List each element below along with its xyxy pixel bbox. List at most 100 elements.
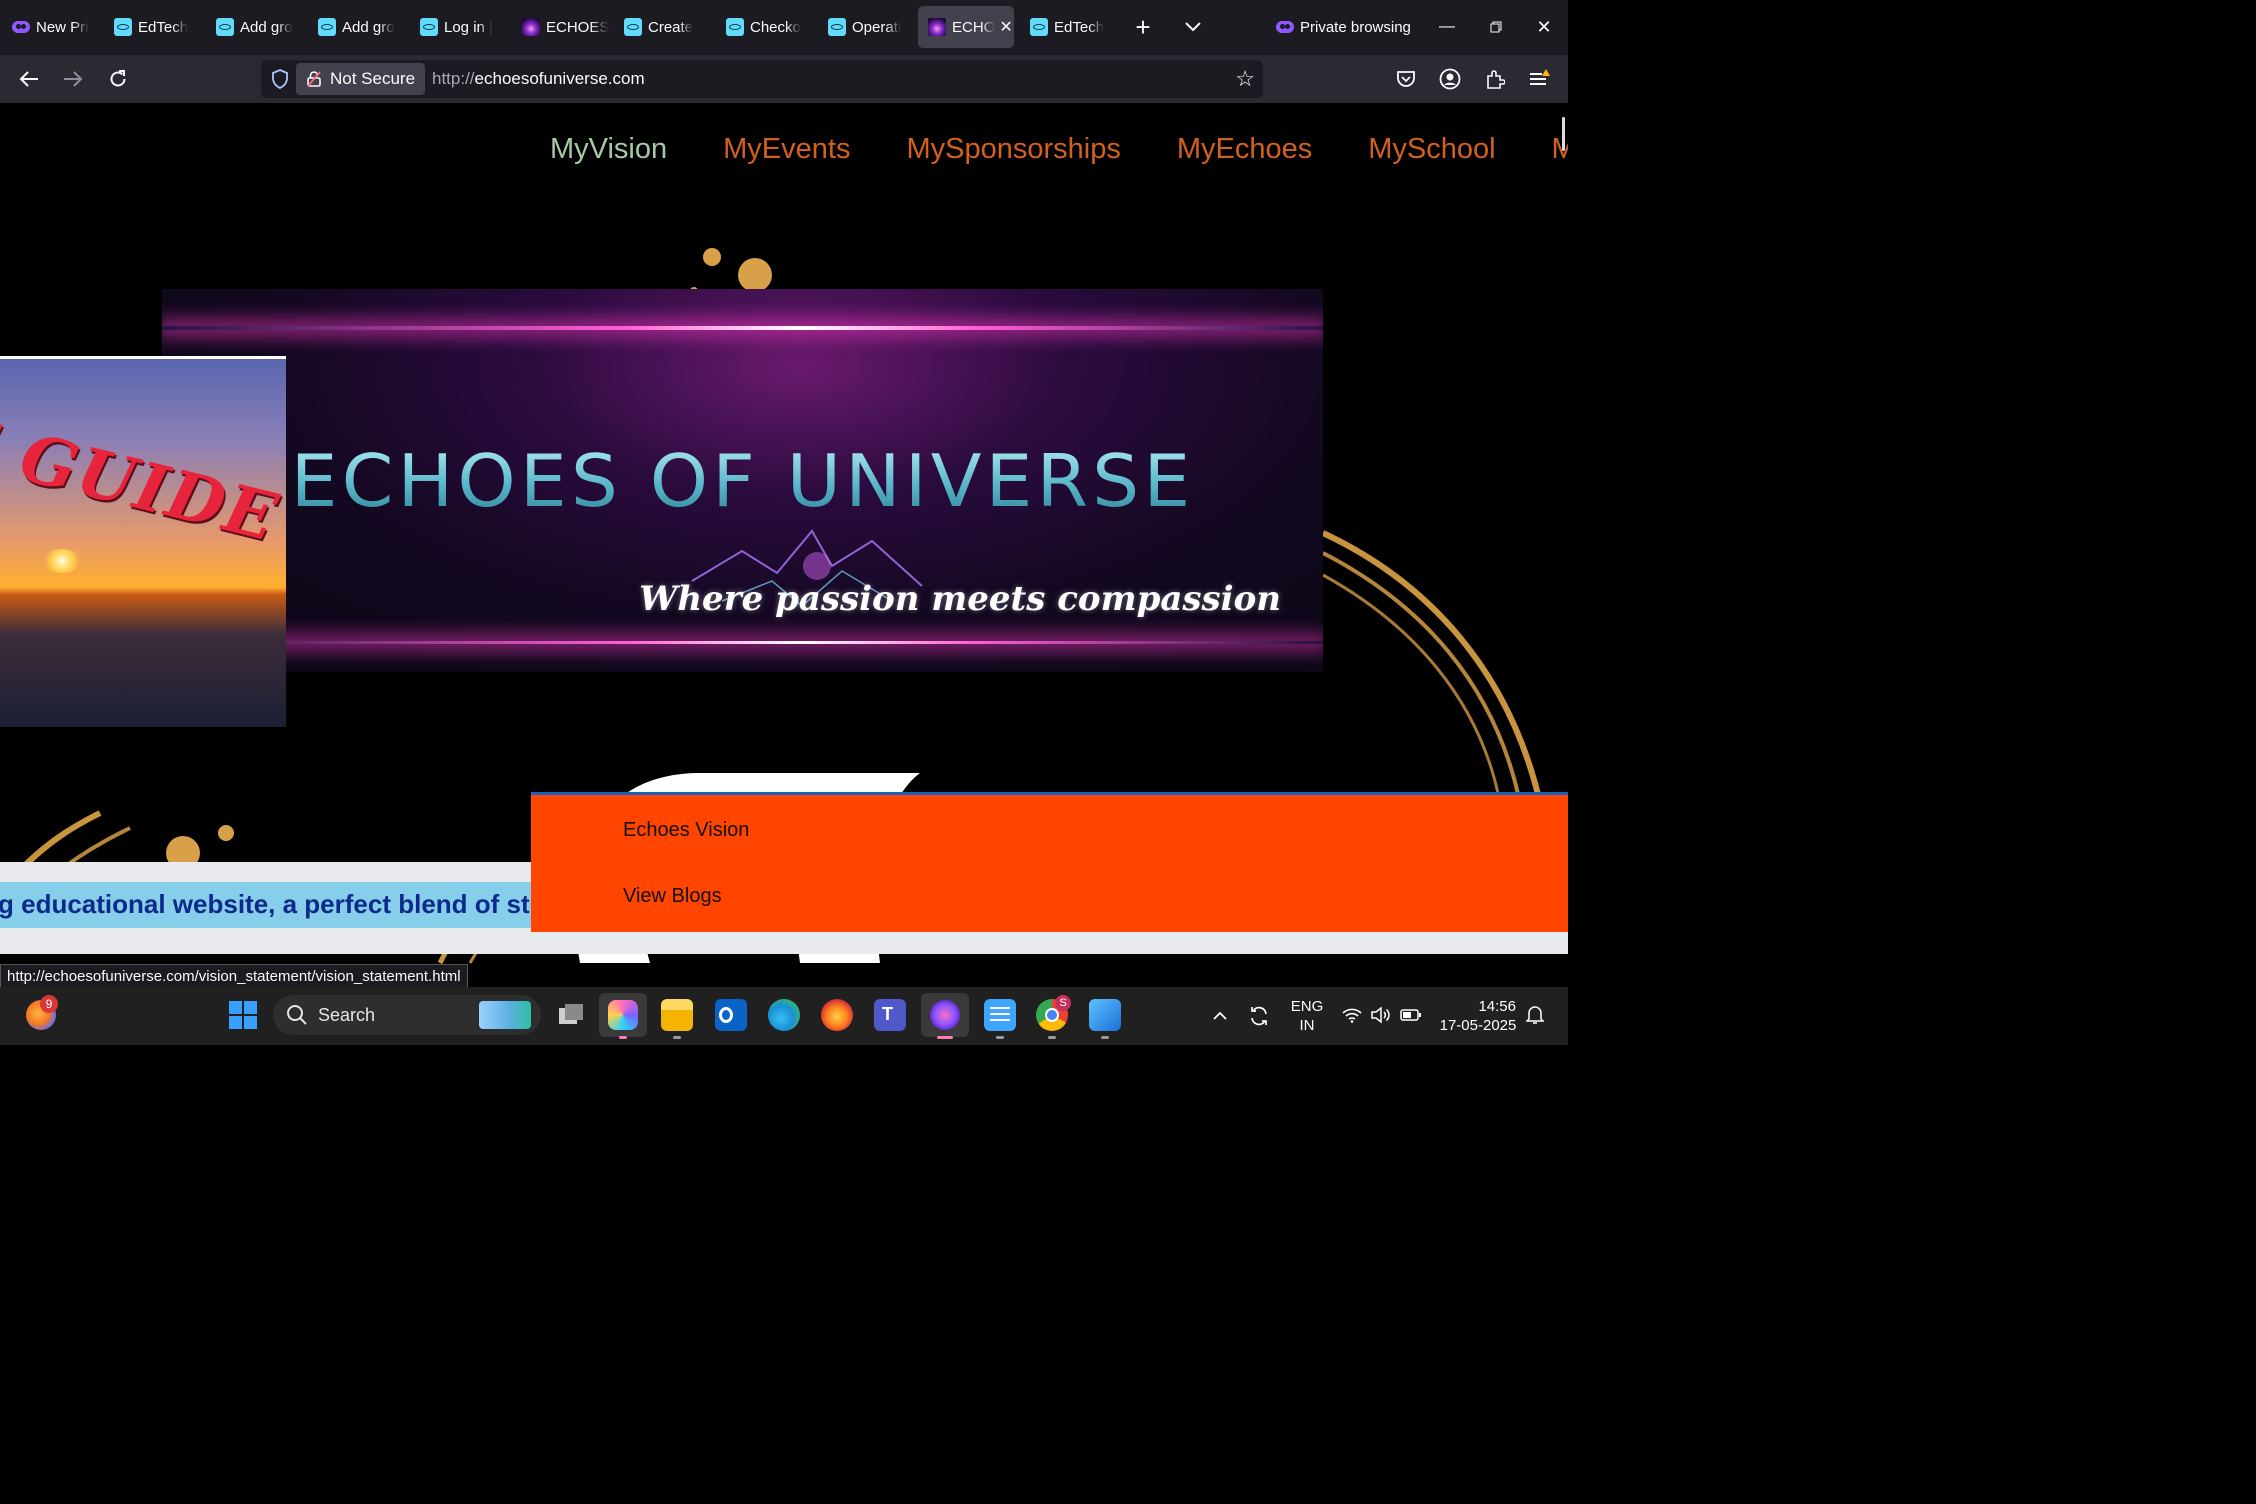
chrome-profile-badge: S: [1055, 995, 1071, 1011]
scrolling-marquee: g educational website, a perfect blend o…: [0, 882, 531, 928]
clock[interactable]: 14:56 17-05-2025: [1434, 997, 1522, 1035]
pocket-icon[interactable]: [1388, 61, 1424, 97]
private-running-indicator: [937, 1036, 953, 1039]
tab-create[interactable]: Create: [612, 6, 712, 48]
tab-label: Log in |: [444, 18, 493, 36]
tab-label: Add gro: [342, 18, 395, 36]
tab-label: New Pri: [36, 18, 89, 36]
nav-mys-truncated[interactable]: MyS: [1552, 133, 1568, 166]
not-secure-badge[interactable]: Not Secure: [296, 63, 426, 95]
tab-bar: New Pri EdTech Add gro Add gro Log in | …: [0, 0, 1568, 55]
extensions-icon[interactable]: [1477, 61, 1513, 97]
page-scrollbar-thumb[interactable]: [1562, 117, 1565, 151]
notepad-icon[interactable]: [984, 999, 1016, 1031]
tab-label: EdTech: [1054, 18, 1105, 36]
task-view-icon[interactable]: [555, 999, 587, 1031]
windows-taskbar: 9 Search T S ENG IN 14:56 17-05-2025: [0, 987, 1568, 1045]
dropdown-item-echoes-vision[interactable]: Echoes Vision: [623, 819, 749, 842]
navigation-toolbar: Not Secure http://echoesofuniverse.com ☆: [0, 55, 1568, 103]
volume-icon[interactable]: [1369, 1003, 1393, 1027]
outlook-icon[interactable]: [715, 999, 747, 1031]
close-window-icon[interactable]: ✕: [1529, 12, 1559, 42]
account-icon[interactable]: [1432, 61, 1468, 97]
firefox-icon[interactable]: [821, 999, 853, 1031]
tab-edtech[interactable]: EdTech: [102, 6, 202, 48]
url-text[interactable]: http://echoesofuniverse.com: [432, 69, 645, 89]
dropdown-item-view-blogs[interactable]: View Blogs: [623, 885, 722, 908]
marquee-text: g educational website, a perfect blend o…: [0, 889, 531, 919]
tab-new-private[interactable]: New Pri: [0, 6, 100, 48]
react-icon: [114, 18, 132, 36]
tab-checkout[interactable]: Checko: [714, 6, 814, 48]
notepad-lines: [990, 1007, 1010, 1009]
react-icon: [828, 18, 846, 36]
firefox-private-app-tile[interactable]: [921, 993, 969, 1037]
react-icon: [318, 18, 336, 36]
private-browsing-icon: [1276, 21, 1294, 33]
web-page: MyVision MyEvents MySponsorships MyEchoe…: [0, 103, 1568, 987]
windows-start-icon[interactable]: [227, 999, 259, 1031]
tab-label: ECHOES: [546, 18, 610, 36]
nav-myevents[interactable]: MyEvents: [723, 133, 850, 166]
battery-icon[interactable]: [1398, 1003, 1424, 1027]
list-tabs-chevron-icon[interactable]: [1178, 12, 1208, 42]
firefox-private-icon: [930, 1000, 960, 1030]
teams-icon[interactable]: T: [874, 999, 906, 1031]
nav-myechoes[interactable]: MyEchoes: [1177, 133, 1312, 166]
echoes-banner-image: ECHOES OF UNIVERSE Where passion meets c…: [162, 289, 1323, 672]
tab-edtech-2[interactable]: EdTech: [1018, 6, 1118, 48]
close-tab-icon[interactable]: ✕: [999, 17, 1012, 37]
search-label: Search: [318, 1005, 376, 1025]
nav-myschool[interactable]: MySchool: [1368, 133, 1495, 166]
bookmark-star-icon[interactable]: ☆: [1235, 66, 1255, 92]
guide-sunset-image[interactable]: E GUIDE: [0, 356, 286, 727]
copilot-icon: [608, 1000, 638, 1030]
react-icon: [216, 18, 234, 36]
copilot-app-tile[interactable]: [599, 993, 647, 1037]
language-line1: ENG: [1290, 998, 1324, 1015]
tab-label: EdTech: [138, 18, 189, 36]
url-bar[interactable]: Not Secure http://echoesofuniverse.com ☆: [261, 60, 1263, 98]
sync-icon[interactable]: [1246, 1003, 1272, 1029]
nav-myvision[interactable]: MyVision: [550, 133, 667, 166]
chrome-center: [1045, 1008, 1059, 1022]
file-explorer-icon[interactable]: [661, 999, 693, 1031]
edge-icon[interactable]: [768, 999, 800, 1031]
forward-arrow-icon[interactable]: [55, 61, 91, 97]
banner-light-beam: [162, 326, 1323, 330]
new-tab-plus-icon[interactable]: +: [1128, 12, 1158, 42]
tab-add-group[interactable]: Add gro: [204, 6, 304, 48]
show-hidden-icons-chevron[interactable]: [1208, 1003, 1232, 1027]
notifications-bell-icon[interactable]: [1524, 1004, 1546, 1026]
tab-echoes[interactable]: ECHOES: [510, 6, 610, 48]
input-language-indicator[interactable]: ENG IN: [1289, 997, 1325, 1035]
tracking-protection-shield-icon[interactable]: [271, 69, 289, 89]
tab-log-in[interactable]: Log in |: [408, 6, 508, 48]
tab-label: Create: [648, 18, 694, 36]
app-menu-icon[interactable]: [1521, 61, 1557, 97]
reload-icon[interactable]: [100, 61, 136, 97]
tab-label: Operati: [852, 18, 902, 36]
back-arrow-icon[interactable]: [11, 61, 47, 97]
url-host: echoesofuniverse.com: [474, 69, 645, 88]
taskbar-search-box[interactable]: Search: [273, 995, 541, 1035]
banner-tagline: Where passion meets compassion: [639, 579, 1281, 619]
url-protocol: http://: [432, 69, 475, 88]
tab-label: ECHO: [952, 18, 996, 36]
restore-icon[interactable]: [1481, 12, 1511, 42]
sunset-sun: [42, 549, 82, 573]
banner-light-beam-bottom: [162, 641, 1323, 644]
nav-mysponsorships[interactable]: MySponsorships: [906, 133, 1120, 166]
explorer-running-indicator: [673, 1036, 681, 1039]
guide-image-text: E GUIDE: [0, 399, 286, 557]
tab-operations[interactable]: Operati: [816, 6, 916, 48]
minimize-icon[interactable]: —: [1432, 12, 1462, 42]
tab-add-group-2[interactable]: Add gro: [306, 6, 406, 48]
clock-time: 14:56: [1478, 998, 1516, 1015]
wifi-icon[interactable]: [1340, 1003, 1364, 1027]
tab-echoes-active[interactable]: ECHO ✕: [918, 6, 1014, 48]
clock-date: 17-05-2025: [1439, 1017, 1517, 1034]
photos-icon[interactable]: [1089, 999, 1121, 1031]
react-icon: [420, 18, 438, 36]
echoes-icon: [522, 18, 540, 36]
